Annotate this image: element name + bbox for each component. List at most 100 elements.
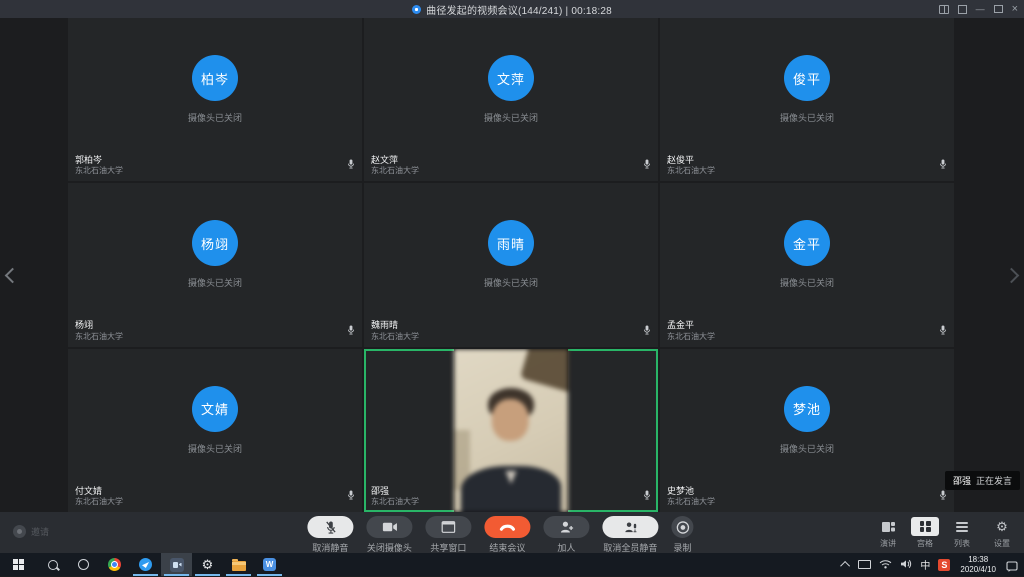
- record-icon: [671, 516, 693, 538]
- mic-icon: [939, 157, 947, 175]
- participant-org: 东北石油大学: [667, 166, 715, 176]
- unmute-all-button[interactable]: 取消全员静音: [602, 516, 658, 554]
- add-person-button[interactable]: 加人: [543, 516, 589, 554]
- share-window-button[interactable]: 共享窗口: [425, 516, 471, 554]
- video-feed: [454, 349, 568, 512]
- speaking-toast-status: 正在发言: [976, 474, 1012, 487]
- start-button[interactable]: [0, 553, 37, 576]
- view-button-list[interactable]: 列表: [947, 517, 977, 549]
- camera-off-button[interactable]: 关闭摄像头: [366, 516, 412, 554]
- date-text: 2020/4/10: [960, 565, 996, 574]
- participant-name: 赵文萍: [371, 155, 419, 166]
- search-icon: [48, 560, 58, 570]
- taskbar-chrome-button[interactable]: [99, 553, 130, 576]
- participant-name: 付文婧: [75, 486, 123, 497]
- camera-off-label: 摄像头已关闭: [780, 276, 834, 289]
- fullscreen-icon[interactable]: [958, 5, 967, 14]
- participant-grid: 柏岑 摄像头已关闭 郭柏岑 东北石油大学 文萍 摄像头已关闭: [68, 18, 954, 512]
- participant-avatar: 文萍: [488, 55, 534, 101]
- folder-icon: [232, 561, 246, 571]
- participant-avatar: 文婧: [192, 386, 238, 432]
- speaking-toast: 邵强 正在发言: [945, 471, 1020, 490]
- minimize-button[interactable]: —: [976, 0, 985, 18]
- person-silhouette: [454, 349, 568, 512]
- participant-tile[interactable]: 雨晴 摄像头已关闭 魏雨晴 东北石油大学: [364, 183, 658, 346]
- record-button[interactable]: 录制: [671, 516, 693, 554]
- close-button[interactable]: ×: [1012, 0, 1018, 18]
- participant-tile[interactable]: 文婧 摄像头已关闭 付文婧 东北石油大学: [68, 349, 362, 512]
- layout-switch-icon[interactable]: [939, 5, 949, 14]
- participant-avatar: 雨晴: [488, 220, 534, 266]
- maximize-button[interactable]: [994, 5, 1003, 13]
- taskbar-wps-button[interactable]: W: [254, 553, 285, 576]
- camera-off-label: 摄像头已关闭: [188, 276, 242, 289]
- settings-label: 设置: [994, 538, 1010, 549]
- ime-indicator[interactable]: 中: [920, 557, 930, 572]
- meeting-title: 曲径发起的视频会议(144/241) | 00:18:28: [426, 2, 612, 17]
- settings-button[interactable]: ⚙ 设置: [988, 517, 1016, 549]
- add-person-icon: [543, 516, 589, 538]
- taskbar-clock[interactable]: 18:38 2020/4/10: [958, 555, 998, 574]
- participant-org: 东北石油大学: [75, 332, 123, 342]
- taskbar-meeting-button[interactable]: [161, 553, 192, 576]
- camera-off-label: 摄像头已关闭: [484, 276, 538, 289]
- participant-tile[interactable]: 柏岑 摄像头已关闭 郭柏岑 东北石油大学: [68, 18, 362, 181]
- next-page-chevron-icon[interactable]: [1004, 268, 1020, 284]
- wps-icon: W: [263, 558, 276, 571]
- video-stage: 柏岑 摄像头已关闭 郭柏岑 东北石油大学 文萍 摄像头已关闭: [0, 18, 1024, 512]
- video-meeting-icon: [170, 558, 184, 572]
- windows-logo-icon: [13, 559, 24, 570]
- invite-icon: [13, 525, 26, 538]
- mic-icon: [939, 323, 947, 341]
- view-button-speaker[interactable]: 演讲: [873, 517, 903, 549]
- mic-icon: [939, 488, 947, 506]
- cortana-icon: [78, 559, 89, 570]
- participant-org: 东北石油大学: [75, 166, 123, 176]
- participant-tile[interactable]: 俊平 摄像头已关闭 赵俊平 东北石油大学: [660, 18, 954, 181]
- camera-off-label: 摄像头已关闭: [188, 442, 242, 455]
- device-icon[interactable]: [858, 560, 871, 569]
- tray-expand-chevron-icon[interactable]: [841, 561, 851, 571]
- participant-tile[interactable]: 邵强 摄像头已关闭 邵强 东北石油大学: [364, 349, 658, 512]
- chrome-icon: [108, 558, 121, 571]
- action-center-icon[interactable]: [1006, 559, 1018, 570]
- mic-icon: [347, 157, 355, 175]
- taskbar-messenger-button[interactable]: [130, 553, 161, 576]
- speaker-view-icon: [882, 522, 895, 532]
- participant-name: 杨翊: [75, 320, 123, 331]
- taskbar-settings-button[interactable]: ⚙: [192, 553, 223, 576]
- volume-icon[interactable]: [900, 556, 912, 574]
- unmute-all-icon: [602, 516, 658, 538]
- mic-icon: [643, 323, 651, 341]
- taskbar-cortana-button[interactable]: [68, 553, 99, 576]
- mic-icon: [347, 323, 355, 341]
- meeting-control-bar: 邀请 取消静音 关闭摄像头 共享窗口 结束会议 加人 取消全员静音 录制 ⚙ 设…: [0, 512, 1024, 553]
- view-button-grid[interactable]: 宫格: [910, 517, 940, 549]
- toolbar-buttons: 取消静音 关闭摄像头 共享窗口 结束会议 加人 取消全员静音 录制: [307, 516, 693, 554]
- paper-plane-icon: [139, 558, 152, 571]
- participant-tile[interactable]: 金平 摄像头已关闭 孟金平 东北石油大学: [660, 183, 954, 346]
- previous-page-chevron-icon[interactable]: [5, 268, 21, 284]
- sogou-ime-icon[interactable]: S: [938, 559, 950, 571]
- participant-org: 东北石油大学: [371, 497, 419, 507]
- invite-widget[interactable]: 邀请: [13, 525, 49, 538]
- list-view-icon: [956, 522, 968, 532]
- participant-tile[interactable]: 杨翊 摄像头已关闭 杨翊 东北石油大学: [68, 183, 362, 346]
- participant-tile[interactable]: 梦池 摄像头已关闭 史梦池 东北石油大学: [660, 349, 954, 512]
- unmute-button[interactable]: 取消静音: [307, 516, 353, 554]
- participant-org: 东北石油大学: [75, 497, 123, 507]
- participant-org: 东北石油大学: [667, 332, 715, 342]
- camera-off-label: 摄像头已关闭: [780, 442, 834, 455]
- participant-tile[interactable]: 文萍 摄像头已关闭 赵文萍 东北石油大学: [364, 18, 658, 181]
- taskbar-explorer-button[interactable]: [223, 553, 254, 576]
- mic-icon: [643, 157, 651, 175]
- speaking-toast-name: 邵强: [953, 474, 971, 487]
- participant-avatar: 杨翊: [192, 220, 238, 266]
- windows-taskbar: ⚙ W 中 S 18:38 2020/4/10: [0, 553, 1024, 576]
- mic-icon: [643, 488, 651, 506]
- mic-icon: [347, 488, 355, 506]
- taskbar-search-button[interactable]: [37, 553, 68, 576]
- wifi-icon[interactable]: [879, 556, 892, 574]
- gear-icon: ⚙: [996, 517, 1008, 536]
- end-meeting-button[interactable]: 结束会议: [484, 516, 530, 554]
